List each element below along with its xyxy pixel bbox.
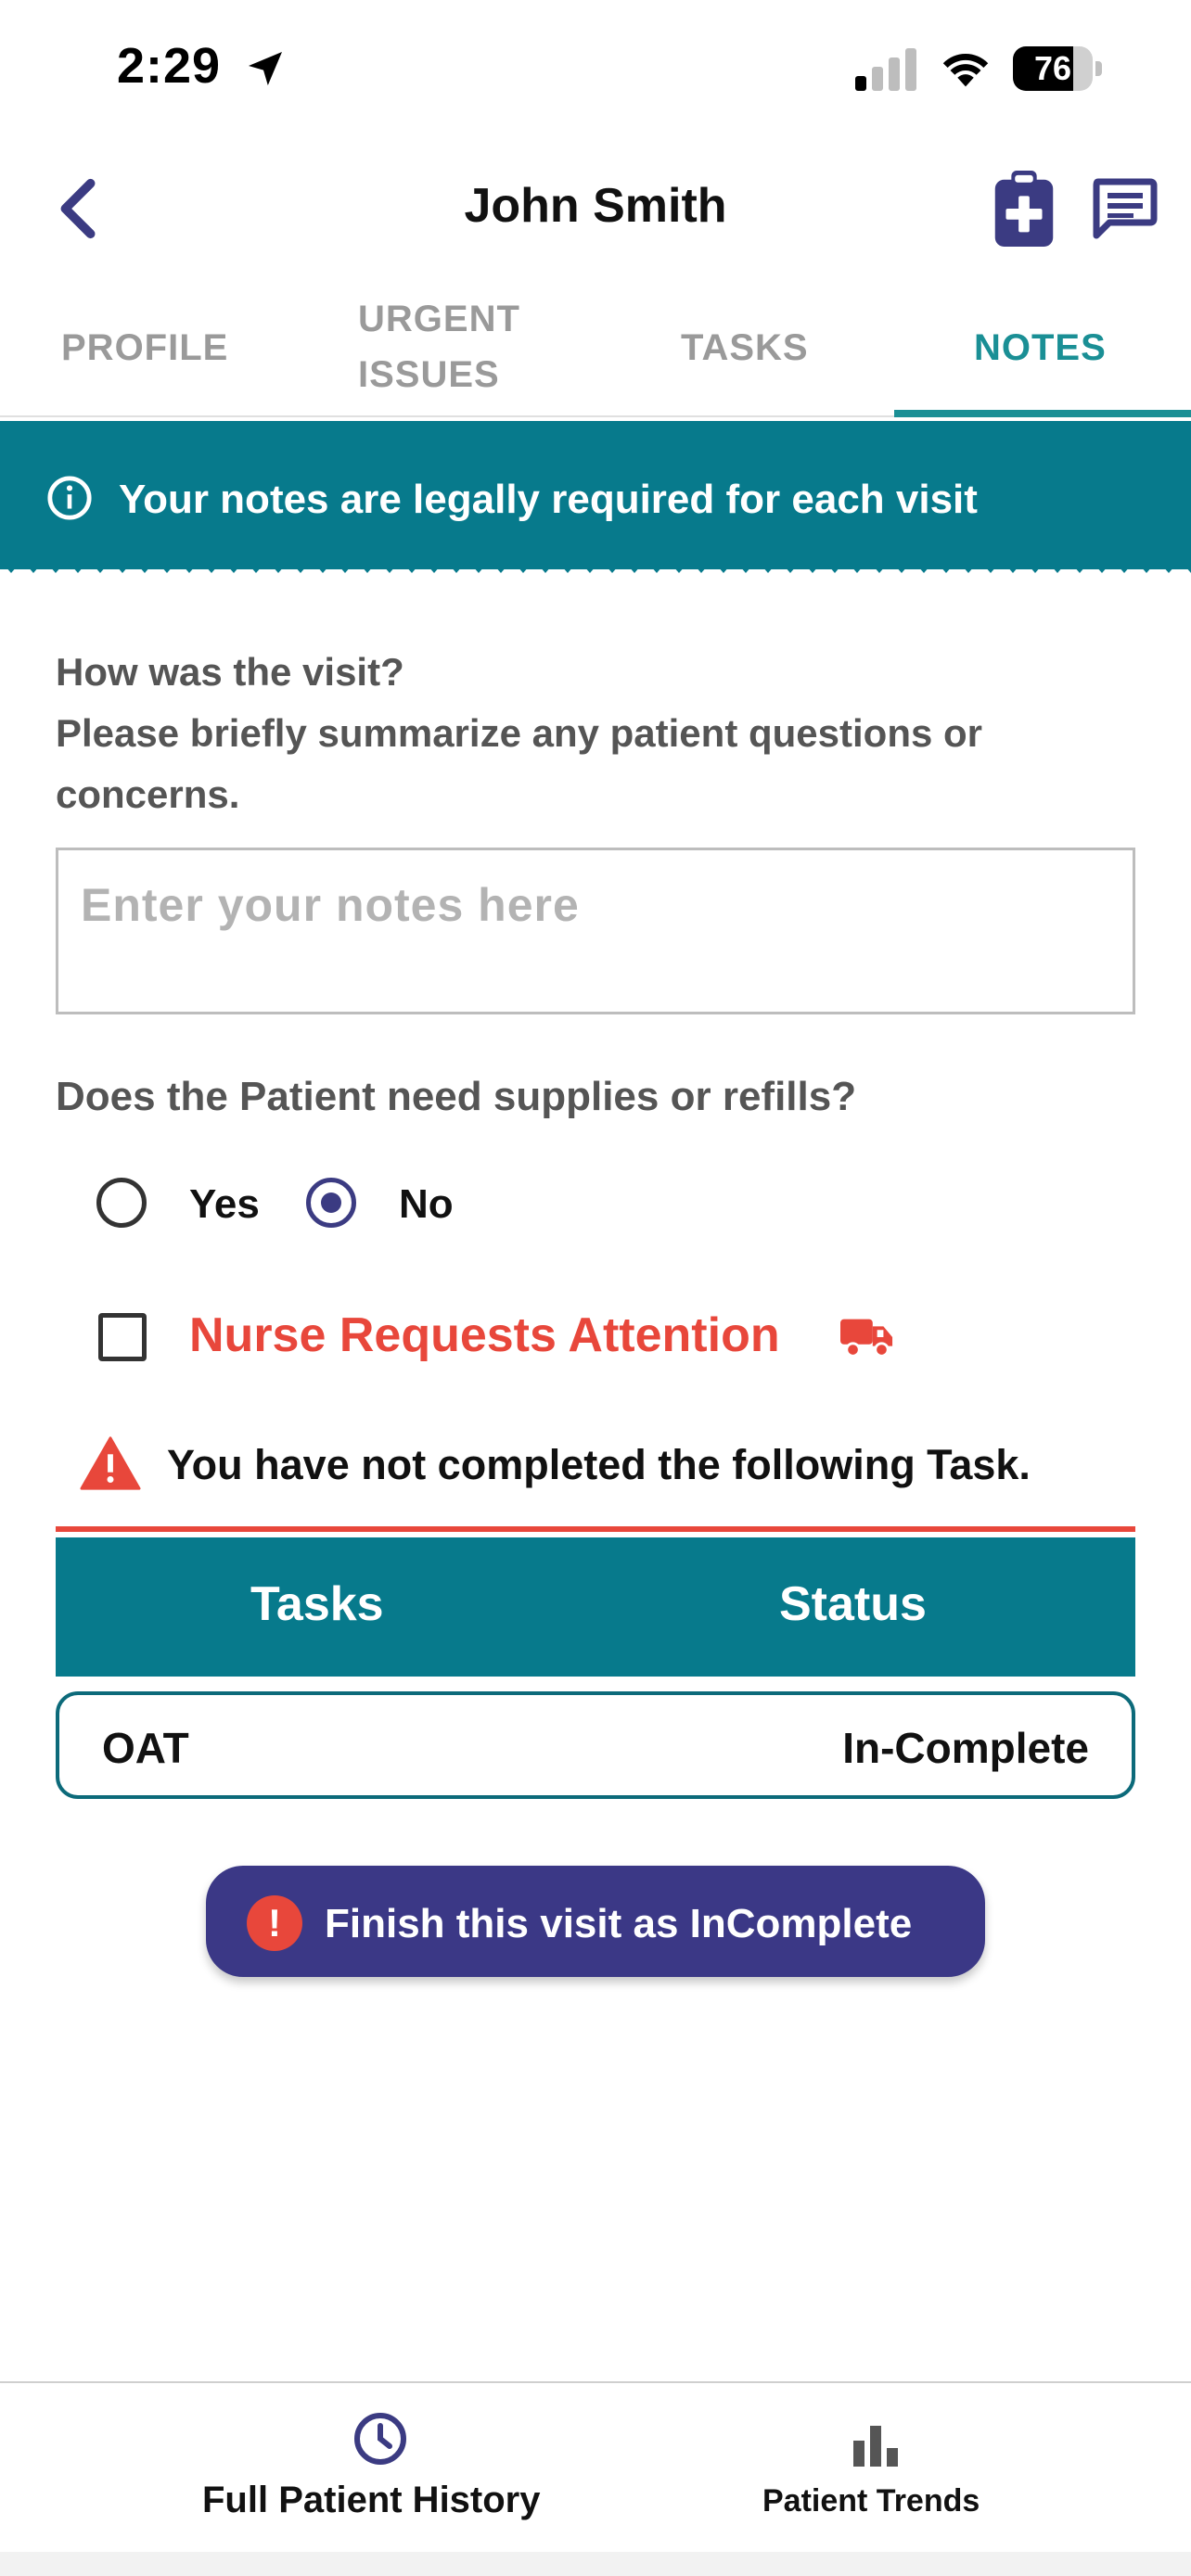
active-tab-indicator	[894, 410, 1191, 417]
location-arrow-icon	[249, 52, 282, 85]
banner-zigzag-edge	[0, 560, 1191, 573]
info-icon	[47, 476, 92, 520]
tab-notes[interactable]: NOTES	[974, 325, 1107, 371]
task-name-cell: OAT	[102, 1724, 189, 1772]
clipboard-medical-icon[interactable]	[994, 171, 1054, 247]
warning-divider	[56, 1526, 1135, 1532]
battery-icon: 76	[1013, 46, 1102, 91]
battery-level: 76	[1033, 49, 1072, 87]
prompt-line-2: Please briefly summarize any patient que…	[56, 711, 982, 816]
nav-header: John Smith	[0, 139, 1191, 278]
tab-profile[interactable]: PROFILE	[61, 325, 228, 371]
wifi-icon	[942, 54, 989, 87]
nurse-attention-checkbox[interactable]	[98, 1313, 147, 1361]
warning-triangle-icon	[80, 1436, 141, 1490]
incomplete-warning-text: You have not completed the following Tas…	[167, 1441, 1031, 1488]
visit-prompt: How was the visit? Please briefly summar…	[56, 642, 1150, 825]
status-time: 2:29	[117, 38, 222, 94]
finish-incomplete-button[interactable]: ! Finish this visit as InComplete	[206, 1866, 985, 1977]
table-row[interactable]: OAT In-Complete	[56, 1691, 1135, 1799]
full-patient-history-link[interactable]: Full Patient History	[202, 2480, 541, 2521]
banner-text: Your notes are legally required for each…	[119, 477, 978, 522]
chat-icon[interactable]	[1091, 176, 1158, 241]
status-bar: 2:29 76	[0, 0, 1191, 139]
legal-notice-banner: Your notes are legally required for each…	[0, 421, 1191, 569]
radio-no[interactable]	[306, 1178, 356, 1228]
nurse-attention-label[interactable]: Nurse Requests Attention	[189, 1307, 780, 1363]
tab-tasks[interactable]: TASKS	[681, 325, 809, 371]
radio-no-label[interactable]: No	[399, 1181, 454, 1228]
tab-urgent-issues[interactable]: URGENT ISSUES	[358, 291, 562, 402]
task-status-cell: In-Complete	[842, 1724, 1089, 1772]
radio-selected-dot	[321, 1192, 341, 1213]
truck-icon	[840, 1319, 893, 1358]
bottom-nav: Full Patient History Patient Trends	[0, 2381, 1191, 2576]
task-table-header: Tasks Status	[56, 1537, 1135, 1677]
finish-button-label: Finish this visit as InComplete	[325, 1901, 913, 1946]
bar-chart-icon[interactable]	[852, 2422, 900, 2467]
supplies-question: Does the Patient need supplies or refill…	[56, 1074, 857, 1119]
clock-icon[interactable]	[352, 2411, 408, 2467]
battery-tip	[1095, 61, 1102, 76]
notes-input[interactable]	[56, 848, 1135, 1014]
column-header-tasks: Tasks	[250, 1577, 384, 1631]
column-header-status: Status	[779, 1577, 927, 1631]
prompt-line-1: How was the visit?	[56, 650, 404, 694]
signal-icon	[855, 48, 916, 91]
home-indicator-area	[0, 2552, 1191, 2576]
alert-circle-icon: !	[247, 1895, 302, 1951]
patient-trends-link[interactable]: Patient Trends	[762, 2483, 980, 2519]
battery-body: 76	[1013, 46, 1093, 91]
radio-yes-label[interactable]: Yes	[189, 1181, 260, 1228]
radio-yes[interactable]	[96, 1178, 147, 1228]
tab-bar: PROFILE URGENT ISSUES TASKS NOTES	[0, 278, 1191, 417]
